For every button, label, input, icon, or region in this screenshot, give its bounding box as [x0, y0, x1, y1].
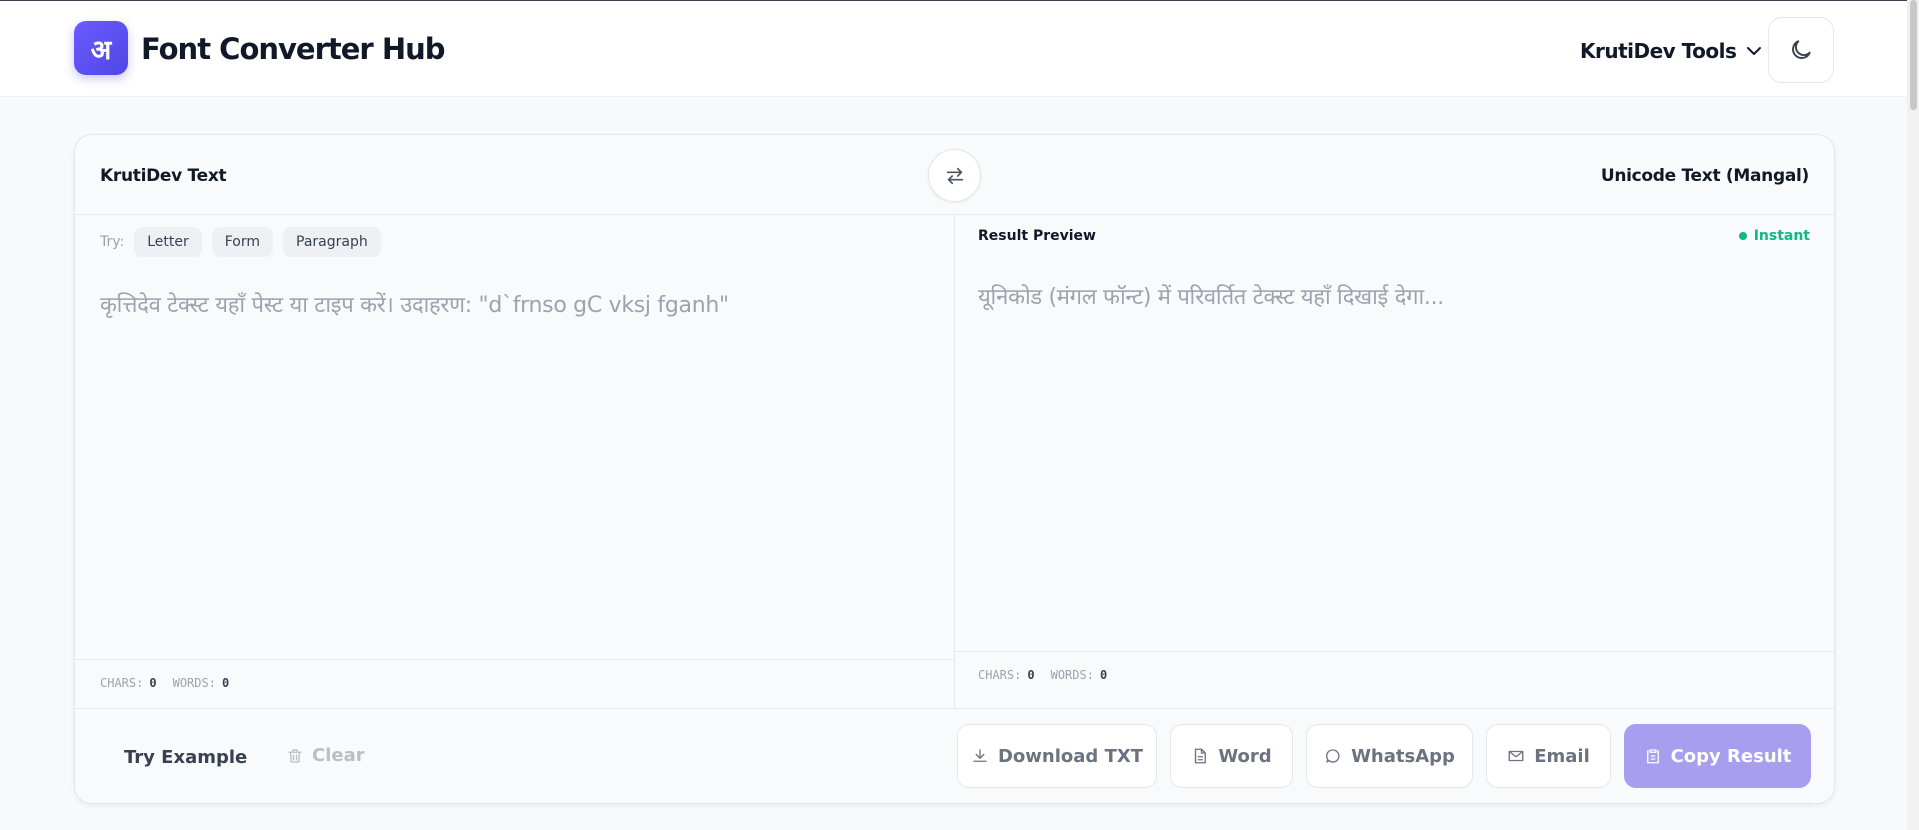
chat-bubble-icon — [1326, 749, 1340, 763]
result-preview-label: Result Preview — [978, 228, 1096, 244]
logo-glyph: अ — [90, 34, 112, 66]
try-chip-letter[interactable]: Letter — [134, 227, 202, 257]
try-examples-row: Try: Letter Form Paragraph — [100, 227, 381, 257]
status-dot-icon — [1738, 232, 1747, 240]
mail-icon — [1508, 750, 1524, 762]
clipboard-icon — [1646, 749, 1659, 764]
site-header: अ Font Converter Hub KrutiDev Tools — [0, 1, 1919, 97]
download-txt-label: Download TXT — [997, 745, 1144, 767]
pane-divider — [954, 215, 955, 708]
input-words-stat: WORDS: 0 — [172, 676, 230, 690]
swap-direction-button[interactable] — [928, 149, 981, 202]
copy-result-label: Copy Result — [1670, 745, 1792, 767]
clear-button[interactable]: Clear — [286, 745, 365, 766]
word-button[interactable]: Word — [1170, 724, 1293, 788]
output-chars-stat: CHARS: 0 — [978, 668, 1035, 682]
try-example-button[interactable]: Try Example — [124, 747, 247, 768]
email-button[interactable]: Email — [1486, 724, 1611, 788]
document-icon — [1195, 748, 1207, 764]
whatsapp-label: WhatsApp — [1351, 745, 1455, 767]
try-chip-form[interactable]: Form — [211, 227, 274, 257]
download-txt-button[interactable]: Download TXT — [957, 724, 1157, 788]
output-stats: CHARS: 0 WORDS: 0 — [978, 668, 1107, 682]
unicode-output[interactable]: यूनिकोड (मंगल फॉन्ट) में परिवर्तित टेक्स… — [978, 281, 1444, 311]
input-stats-divider — [75, 659, 954, 660]
copy-result-button[interactable]: Copy Result — [1624, 724, 1811, 788]
action-bar: Try Example Clear Download TXT Word What… — [75, 708, 1834, 803]
input-chars-stat: CHARS: 0 — [100, 676, 157, 690]
tools-menu-label: KrutiDev Tools — [1580, 39, 1737, 63]
download-icon — [973, 749, 987, 762]
krutidev-tools-menu[interactable]: KrutiDev Tools — [1580, 37, 1764, 65]
clear-label: Clear — [312, 745, 365, 766]
whatsapp-button[interactable]: WhatsApp — [1306, 724, 1473, 788]
output-stats-divider — [954, 651, 1834, 652]
output-pane-title: Unicode Text (Mangal) — [1600, 166, 1809, 186]
swap-arrows-icon — [946, 167, 963, 184]
input-stats: CHARS: 0 WORDS: 0 — [100, 676, 229, 690]
email-label: Email — [1534, 745, 1590, 767]
converter-card: KrutiDev Text Unicode Text (Mangal) Try:… — [74, 134, 1835, 804]
instant-badge: Instant — [1738, 228, 1810, 244]
chevron-down-icon — [1747, 47, 1762, 55]
trash-icon — [288, 748, 302, 763]
krutidev-input[interactable]: कृत्तिदेव टेक्स्ट यहाँ पेस्ट या टाइप करे… — [100, 289, 729, 319]
logo[interactable]: अ — [74, 21, 128, 75]
moon-icon — [1792, 40, 1811, 59]
converter-header: KrutiDev Text Unicode Text (Mangal) — [75, 135, 1834, 215]
page-scrollbar[interactable] — [1907, 0, 1919, 830]
brand-name[interactable]: Font Converter Hub — [141, 32, 445, 66]
try-label: Try: — [100, 234, 125, 250]
output-words-stat: WORDS: 0 — [1050, 668, 1108, 682]
try-chip-paragraph[interactable]: Paragraph — [283, 227, 381, 257]
word-label: Word — [1218, 745, 1272, 767]
scrollbar-thumb[interactable] — [1910, 0, 1917, 110]
input-pane-title: KrutiDev Text — [100, 166, 227, 186]
instant-label: Instant — [1753, 228, 1810, 244]
theme-toggle-button[interactable] — [1768, 17, 1834, 83]
